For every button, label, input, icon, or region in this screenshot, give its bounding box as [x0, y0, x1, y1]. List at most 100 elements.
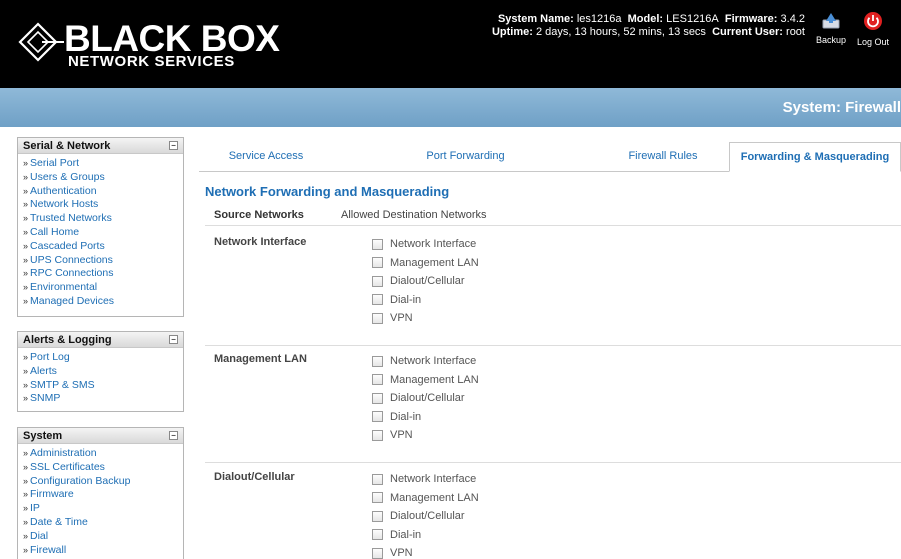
sidebar-item-environmental[interactable]: » Environmental [23, 281, 183, 295]
section-title: Network Forwarding and Masquerading [205, 184, 450, 199]
sidebar-item-ip[interactable]: » IP [23, 502, 183, 516]
uptime-label: Uptime: [491, 26, 533, 38]
destination-options: Network Interface Management LAN Dialout… [372, 352, 479, 445]
sidebar-item-snmp[interactable]: » SNMP [23, 392, 183, 406]
sidebar-item-ssl-certificates[interactable]: » SSL Certificates [23, 461, 183, 475]
tab-service-access[interactable]: Service Access [199, 142, 333, 172]
sidebar-item-trusted-networks[interactable]: » Trusted Networks [23, 212, 183, 226]
sidebar-item-authentication[interactable]: » Authentication [23, 185, 183, 199]
checkbox[interactable] [372, 312, 383, 324]
sidebar-section-system: System − » Administration » SSL Certificat… [17, 427, 184, 559]
source-group-dialout-cellular: Dialout/Cellular Network Interface Manag… [205, 467, 901, 559]
checkbox[interactable] [372, 411, 383, 423]
sidebar-item-dial[interactable]: » Dial [23, 530, 183, 544]
sidebar-list: » Administration » SSL Certificates » Confi… [18, 444, 183, 559]
sidebar-item-users-groups[interactable]: » Users & Groups [23, 171, 183, 185]
sidebar-item-cascaded-ports[interactable]: » Cascaded Ports [23, 240, 183, 254]
checkbox[interactable] [372, 529, 383, 541]
destination-option: Management LAN [372, 489, 479, 508]
sidebar-item-rpc-connections[interactable]: » RPC Connections [23, 267, 183, 281]
sidebar-section-header: Alerts & Logging − [18, 332, 183, 348]
sidebar-section-title: System [23, 430, 63, 442]
source-group-network-interface: Network Interface Network Interface Mana… [205, 232, 901, 346]
header: BLACK BOX NETWORK SERVICES System Name: … [0, 0, 901, 88]
sidebar-section-serial-network: Serial & Network − » Serial Port » Users &… [17, 137, 184, 317]
sidebar-item-call-home[interactable]: » Call Home [23, 226, 183, 240]
destination-option: Dial-in [372, 291, 479, 310]
sidebar-item-firewall[interactable]: » Firewall [23, 544, 183, 558]
system-name-label: System Name: [497, 13, 574, 25]
checkbox[interactable] [372, 510, 383, 522]
brand-tagline: NETWORK SERVICES [68, 53, 235, 70]
sidebar-section-title: Serial & Network [23, 140, 111, 152]
sidebar-item-alerts[interactable]: » Alerts [23, 365, 183, 379]
source-network-name: Dialout/Cellular [214, 471, 295, 483]
source-networks-header: Source Networks [214, 209, 304, 221]
collapse-icon[interactable]: − [169, 141, 178, 150]
sidebar-item-date-time[interactable]: » Date & Time [23, 516, 183, 530]
sidebar-item-port-log[interactable]: » Port Log [23, 351, 183, 365]
destination-option: Management LAN [372, 254, 479, 273]
model-value: LES1216A [666, 13, 719, 25]
destination-option: Dial-in [372, 408, 479, 427]
diamond-logo-icon [18, 22, 64, 62]
sidebar-list: » Serial Port » Users & Groups » Authentica… [18, 154, 183, 313]
checkbox[interactable] [372, 392, 383, 404]
tab-bar: Service Access Port Forwarding Firewall … [199, 142, 901, 172]
tab-forwarding-masquerading[interactable]: Forwarding & Masquerading [729, 142, 901, 172]
destination-option: Dialout/Cellular [372, 507, 479, 526]
destination-option: VPN [372, 309, 479, 328]
collapse-icon[interactable]: − [169, 431, 178, 440]
title-band: System: Firewall [0, 88, 901, 127]
checkbox[interactable] [372, 355, 383, 367]
page-title: System: Firewall [782, 99, 901, 116]
checkbox[interactable] [372, 492, 383, 504]
tab-firewall-rules[interactable]: Firewall Rules [589, 142, 737, 172]
destination-option: Management LAN [372, 371, 479, 390]
checkbox[interactable] [372, 257, 383, 269]
backup-icon [822, 13, 840, 29]
checkbox[interactable] [372, 429, 383, 441]
sidebar-section-alerts-logging: Alerts & Logging − » Port Log » Alerts » SM… [17, 331, 184, 412]
destination-option: Network Interface [372, 235, 479, 254]
sidebar-item-ups-connections[interactable]: » UPS Connections [23, 254, 183, 268]
power-icon [864, 12, 882, 30]
checkbox[interactable] [372, 374, 383, 386]
destination-option: Dialout/Cellular [372, 389, 479, 408]
current-user-value: root [786, 26, 805, 38]
system-info-line-1: System Name: les1216a Model: LES1216A Fi… [460, 13, 805, 26]
destination-options: Network Interface Management LAN Dialout… [372, 470, 479, 559]
sidebar-item-serial-port[interactable]: » Serial Port [23, 157, 183, 171]
destination-networks-header: Allowed Destination Networks [341, 209, 487, 221]
logout-button[interactable]: Log Out [855, 11, 891, 47]
checkbox[interactable] [372, 547, 383, 559]
source-network-name: Network Interface [214, 236, 307, 248]
sidebar-item-configuration-backup[interactable]: » Configuration Backup [23, 475, 183, 489]
sidebar-item-administration[interactable]: » Administration [23, 447, 183, 461]
checkbox[interactable] [372, 294, 383, 306]
sidebar-item-managed-devices[interactable]: » Managed Devices [23, 295, 183, 309]
checkbox[interactable] [372, 473, 383, 485]
source-group-management-lan: Management LAN Network Interface Managem… [205, 349, 901, 463]
backup-label: Backup [815, 35, 847, 45]
sidebar-section-header: System − [18, 428, 183, 444]
sidebar-section-title: Alerts & Logging [23, 334, 112, 346]
destination-option: Dial-in [372, 526, 479, 545]
sidebar-item-smtp-sms[interactable]: » SMTP & SMS [23, 379, 183, 393]
checkbox[interactable] [372, 275, 383, 287]
sidebar-item-firmware[interactable]: » Firmware [23, 488, 183, 502]
destination-option: Dialout/Cellular [372, 272, 479, 291]
firmware-value: 3.4.2 [780, 13, 805, 25]
destination-option: Network Interface [372, 352, 479, 371]
backup-button[interactable]: Backup [813, 11, 849, 45]
logo: BLACK BOX NETWORK SERVICES [18, 18, 280, 74]
destination-option: VPN [372, 426, 479, 445]
collapse-icon[interactable]: − [169, 335, 178, 344]
checkbox[interactable] [372, 238, 383, 250]
tab-port-forwarding[interactable]: Port Forwarding [374, 142, 557, 172]
system-info: System Name: les1216a Model: LES1216A Fi… [460, 13, 805, 39]
sidebar-item-network-hosts[interactable]: » Network Hosts [23, 198, 183, 212]
model-label: Model: [627, 13, 664, 25]
uptime-value: 2 days, 13 hours, 52 mins, 13 secs [535, 26, 706, 38]
destination-options: Network Interface Management LAN Dialout… [372, 235, 479, 328]
